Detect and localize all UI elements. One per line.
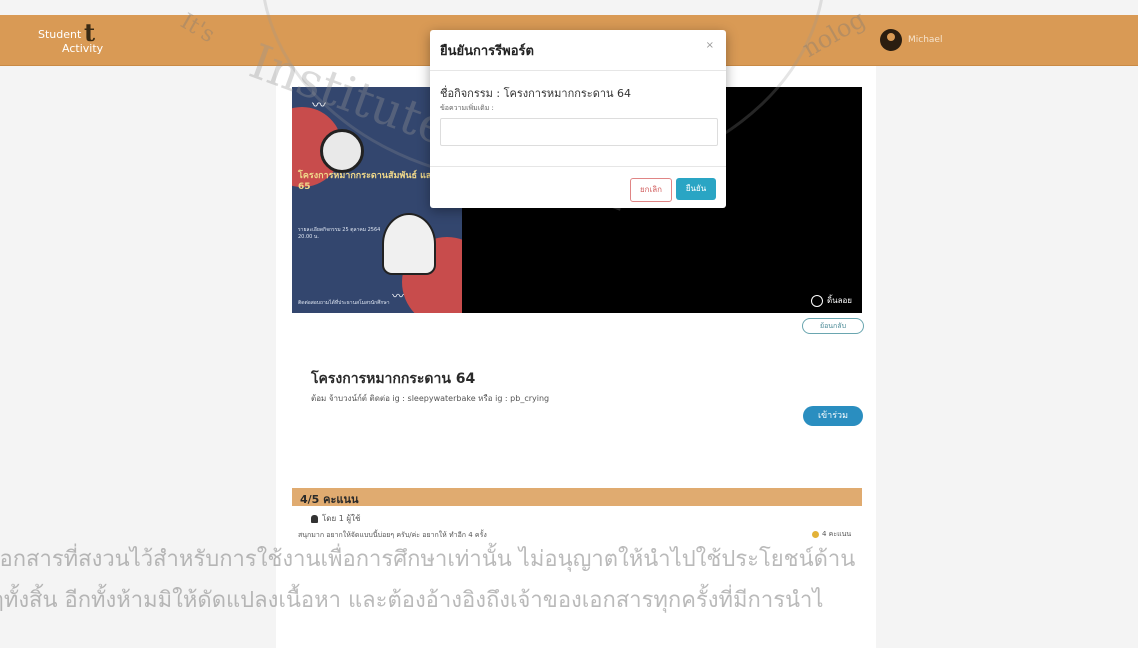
close-icon[interactable]: × <box>706 40 714 51</box>
poster-share-label: ดิ้นลอย <box>826 296 852 305</box>
poster-footer: ติดต่อสอบถามได้ที่ประธานสโมสรนักศึกษา <box>298 300 390 306</box>
activity-title: โครงการหมากกระดาน 64 <box>311 371 476 387</box>
review-score: 4 คะแนน <box>812 529 851 540</box>
brand-letter: t <box>84 18 96 47</box>
review-score-text: 4 คะแนน <box>822 530 852 538</box>
score-bar: 4/5 คะแนน <box>292 488 862 506</box>
reviewer-count-text: โดย 1 ผู้ใช้ <box>322 514 361 523</box>
divider <box>430 70 726 71</box>
cancel-button[interactable]: ยกเลิก <box>630 178 672 202</box>
user-name[interactable]: Michael <box>908 35 942 45</box>
divider <box>430 166 726 167</box>
score-text: 4/5 คะแนน <box>300 493 359 506</box>
confirm-button[interactable]: ยืนยัน <box>676 178 716 200</box>
user-avatar-icon[interactable] <box>880 29 902 51</box>
modal-note-label: ข้อความเพิ่มเติม : <box>440 104 494 112</box>
review-text: สนุกมาก อยากให้จัดแบบนี้บ่อยๆ ครับ/ค่ะ อ… <box>298 531 487 539</box>
report-confirm-modal: ยืนยันการรีพอร์ต × ชื่อกิจกรรม : โครงการ… <box>430 30 726 208</box>
clock-icon <box>320 129 364 173</box>
user-menu[interactable]: Michael <box>880 27 942 53</box>
person-icon <box>311 514 318 523</box>
modal-title: ยืนยันการรีพอร์ต <box>440 44 534 59</box>
share-icon <box>810 294 823 307</box>
activity-contact: ต้อม จ้าบวงน์ก์ต์ ติดต่อ ig : sleepywate… <box>311 394 550 403</box>
modal-activity-name: ชื่อกิจกรรม : โครงการหมากกระดาน 64 <box>440 87 632 100</box>
back-button[interactable]: ย้อนกลับ <box>802 318 864 334</box>
reviewer-count: โดย 1 ผู้ใช้ <box>311 512 360 525</box>
poster-details: รายละเอียดกิจกรรม 25 ตุลาคม 2564 20.00 น… <box>298 227 381 240</box>
watermark-thai-line1: เอกสารที่สงวนไว้สำหรับการใช้งานเพื่อการศ… <box>0 547 856 572</box>
chess-knight-icon <box>382 213 436 275</box>
star-icon <box>812 531 819 538</box>
join-button[interactable]: เข้าร่วม <box>803 406 863 426</box>
watermark-thai-line2: ๆทั้งสิ้น อีกทั้งห้ามมิให้ดัดแปลงเนื้อหา… <box>0 588 824 613</box>
wave-icon: 〰 <box>312 98 326 114</box>
report-note-input[interactable] <box>440 118 718 146</box>
brand-line2: Activity <box>62 42 104 55</box>
wave-icon: 〰 <box>392 289 405 303</box>
brand-line1: Student <box>38 28 82 41</box>
poster-share[interactable]: ดิ้นลอย <box>810 294 852 307</box>
